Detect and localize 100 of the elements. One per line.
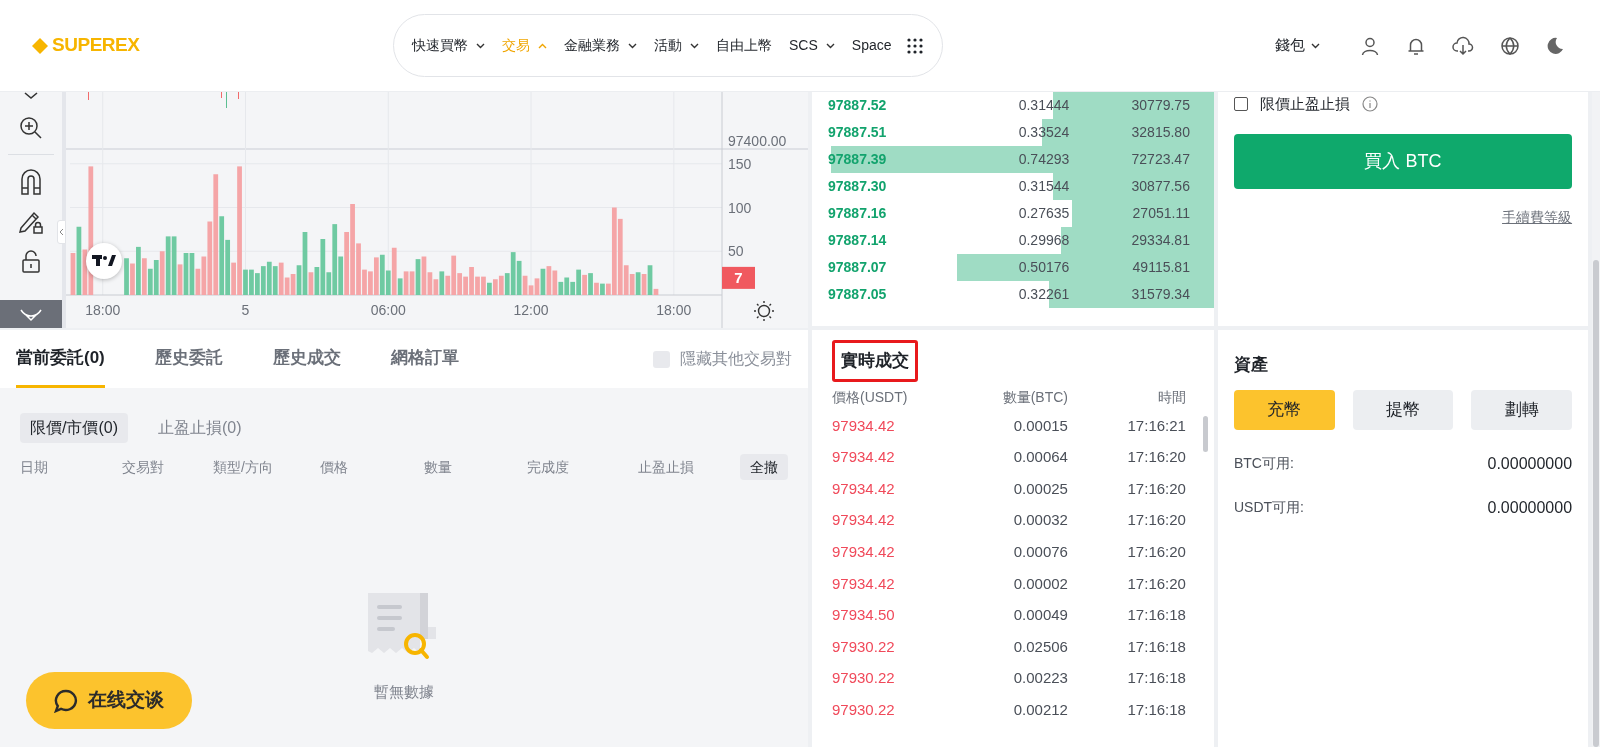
- balance-value: 0.00000000: [1487, 453, 1573, 474]
- trade-time: 17:16:20: [1126, 541, 1186, 562]
- sun-icon[interactable]: [753, 300, 775, 322]
- tp-sl-label: 限價止盈止損: [1259, 93, 1350, 114]
- bid-amount: 0.31444: [1017, 96, 1070, 115]
- balance-label: BTC可用:: [1233, 454, 1294, 473]
- magnet-icon[interactable]: [20, 169, 42, 195]
- trade-price: 97930.22: [832, 636, 896, 657]
- column-header: 類型/方向: [213, 457, 274, 477]
- pencil-lock-icon[interactable]: [18, 209, 44, 235]
- bid-amount: 0.27635: [1017, 204, 1070, 223]
- trade-amount: 0.00064: [1012, 447, 1068, 468]
- order-tab[interactable]: 歷史委託: [154, 330, 223, 388]
- info-icon[interactable]: [1361, 96, 1378, 112]
- online-chat-button[interactable]: 在线交谈: [26, 672, 192, 729]
- axis-tick-label: 150: [728, 155, 752, 172]
- nav-item[interactable]: 快速買幣: [412, 35, 485, 56]
- balance-label: USDT可用:: [1233, 498, 1304, 517]
- order-tab[interactable]: 當前委託(0): [16, 330, 105, 388]
- bid-total: 27051.11: [1131, 204, 1190, 223]
- bid-price: 97887.05: [828, 285, 888, 304]
- toolbar-selected-item[interactable]: [0, 300, 62, 328]
- bid-amount: 0.50176: [1017, 258, 1070, 277]
- trade-price: 97934.42: [832, 447, 896, 468]
- bid-total: 30779.75: [1130, 96, 1190, 115]
- checkbox[interactable]: [1233, 97, 1248, 111]
- trade-time: 17:16:18: [1126, 636, 1186, 657]
- trade-price: 97934.42: [832, 415, 896, 436]
- trade-time: 17:16:20: [1126, 478, 1186, 499]
- tradingview-logo-icon[interactable]: [86, 243, 122, 279]
- bid-amount: 0.32261: [1017, 285, 1070, 304]
- unlock-icon[interactable]: [21, 249, 41, 273]
- price-axis-label: 97400.00: [728, 133, 787, 149]
- trade-time: 17:16:18: [1126, 668, 1186, 689]
- bid-total: 49115.81: [1131, 258, 1190, 277]
- order-tab[interactable]: 網格訂單: [390, 330, 459, 388]
- chevron-down-icon: [476, 42, 485, 49]
- grid-menu-icon[interactable]: [905, 36, 924, 55]
- trade-price: 97934.42: [832, 510, 896, 531]
- bid-amount: 0.29968: [1017, 231, 1070, 250]
- download-icon[interactable]: [1452, 35, 1474, 56]
- trade-amount: 0.00002: [1012, 573, 1068, 594]
- trade-price: 97934.42: [832, 478, 896, 499]
- axis-tick-label: 06:00: [370, 302, 406, 318]
- trade-time: 17:16:18: [1126, 699, 1186, 720]
- asset-action-button[interactable]: 提幣: [1352, 389, 1454, 430]
- order-subtab[interactable]: 止盈止損(0): [148, 413, 252, 443]
- scrollbar-thumb[interactable]: [1202, 416, 1208, 452]
- hide-other-pairs-label: 隱藏其他交易對: [680, 349, 792, 369]
- column-header: 止盈止損: [638, 457, 695, 477]
- trade-amount: 0.00025: [1012, 478, 1068, 499]
- asset-action-button[interactable]: 充幣: [1233, 389, 1335, 430]
- chevron-down-icon: [825, 42, 835, 49]
- column-header: 數量(BTC): [1001, 387, 1068, 407]
- trade-price: 97930.22: [832, 699, 896, 720]
- trade-amount: 0.00223: [1012, 668, 1068, 689]
- bid-total: 31579.34: [1130, 285, 1190, 304]
- trade-price: 97934.42: [832, 573, 896, 594]
- bid-price: 97887.07: [828, 258, 888, 277]
- nav-item[interactable]: SCS: [789, 35, 835, 56]
- trade-amount: 0.02506: [1012, 636, 1068, 657]
- moon-icon[interactable]: [1546, 36, 1564, 55]
- chevron-down-icon: [1311, 42, 1320, 49]
- assets-title: 資產: [1233, 354, 1269, 376]
- chevron-down-icon: [628, 42, 637, 49]
- nav-item[interactable]: 活動: [654, 35, 699, 56]
- bid-price: 97887.30: [828, 177, 888, 196]
- zoom-in-icon[interactable]: [19, 116, 43, 140]
- trade-time: 17:16:20: [1126, 573, 1186, 594]
- nav-item[interactable]: Space: [851, 35, 892, 56]
- trade-time: 17:16:20: [1126, 510, 1186, 531]
- trade-price: 97934.42: [832, 541, 896, 562]
- last-value-badge: 7: [722, 266, 755, 289]
- nav-item[interactable]: 金融業務: [564, 35, 637, 56]
- bid-price: 97887.52: [828, 96, 888, 115]
- user-icon[interactable]: [1360, 35, 1380, 56]
- column-header: 交易對: [122, 457, 165, 477]
- axis-tick-label: 18:00: [85, 302, 121, 318]
- globe-icon[interactable]: [1500, 35, 1520, 56]
- bid-total: 29334.81: [1130, 231, 1190, 250]
- trade-amount: 0.00212: [1012, 699, 1068, 720]
- fee-level-link[interactable]: 手續費等級: [1502, 207, 1573, 228]
- order-tab[interactable]: 歷史成交: [272, 330, 341, 388]
- column-header: 價格(USDT): [832, 387, 909, 407]
- trade-price: 97930.22: [832, 668, 896, 689]
- logo-diamond-icon: [32, 37, 48, 54]
- order-subtab[interactable]: 限價/市價(0): [20, 413, 128, 443]
- trade-time: 17:16:18: [1126, 605, 1186, 626]
- chevron-down-icon[interactable]: [24, 92, 38, 100]
- chat-bubble-icon: [54, 688, 78, 713]
- empty-state-text: 暫無數據: [374, 682, 434, 702]
- asset-action-button[interactable]: 劃轉: [1471, 389, 1573, 430]
- bid-price: 97887.16: [828, 204, 888, 223]
- column-header: 數量: [424, 457, 453, 477]
- trade-amount: 0.00032: [1012, 510, 1068, 531]
- scrollbar-thumb[interactable]: [1593, 260, 1600, 747]
- wallet-menu[interactable]: 錢包: [1275, 34, 1320, 57]
- cancel-all-button[interactable]: 全撤: [740, 454, 788, 480]
- nav-item[interactable]: 自由上幣: [716, 35, 772, 56]
- collapse-handle[interactable]: [57, 220, 66, 244]
